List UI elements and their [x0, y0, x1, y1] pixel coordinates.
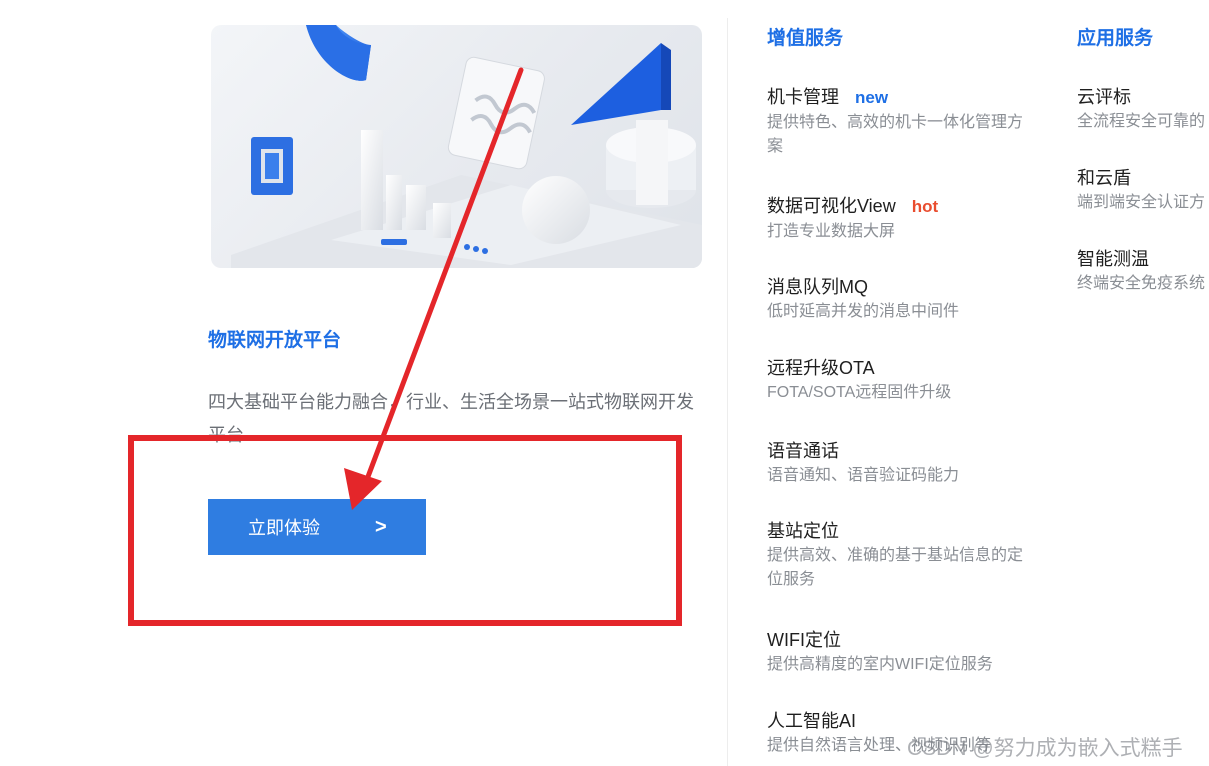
service-cell-location[interactable]: 基站定位 提供高效、准确的基于基站信息的定位服务 [767, 519, 1037, 592]
service-desc: FOTA/SOTA远程固件升级 [767, 384, 952, 401]
service-wifi-location[interactable]: WIFI定位 提供高精度的室内WIFI定位服务 [767, 628, 1067, 677]
watermark: CSDN @努力成为嵌入式糕手 [907, 737, 1183, 760]
service-name: 机卡管理 new [767, 87, 889, 107]
service-name: 远程升级OTA [767, 358, 875, 378]
service-message-queue[interactable]: 消息队列MQ 低时延高并发的消息中间件 [767, 275, 1037, 324]
service-desc: 提供特色、高效的机卡一体化管理方案 [767, 114, 1024, 155]
platform-description: 四大基础平台能力融合，行业、生活全场景一站式物联网开发平台 [208, 392, 694, 445]
service-desc: 低时延高并发的消息中间件 [767, 303, 960, 320]
service-temperature[interactable]: 智能测温 终端安全免疫系统 [1077, 247, 1209, 296]
new-badge: new [855, 88, 889, 107]
service-name: 人工智能AI [767, 711, 857, 731]
platform-title: 物联网开放平台 [208, 330, 342, 351]
service-data-view[interactable]: 数据可视化View hot 打造专业数据大屏 [767, 194, 1037, 244]
platform-hero-image [211, 25, 702, 268]
service-desc: 提供高效、准确的基于基站信息的定位服务 [767, 547, 1024, 588]
service-name: 语音通话 [767, 441, 839, 461]
service-name: 智能测温 [1077, 249, 1149, 269]
app-services-header: 应用服务 [1077, 28, 1154, 49]
service-desc: 全流程安全可靠的 [1077, 113, 1206, 130]
service-desc: 终端安全免疫系统 [1077, 275, 1206, 292]
service-cloud-shield[interactable]: 和云盾 端到端安全认证方 [1077, 166, 1209, 215]
try-now-label: 立即体验 [248, 518, 320, 538]
service-name: WIFI定位 [767, 630, 841, 650]
service-desc: 提供高精度的室内WIFI定位服务 [767, 656, 993, 673]
service-ota[interactable]: 远程升级OTA FOTA/SOTA远程固件升级 [767, 356, 1037, 405]
service-name: 消息队列MQ [767, 277, 868, 297]
chevron-right-icon: > [375, 515, 387, 538]
column-divider [727, 18, 728, 766]
service-desc: 语音通知、语音验证码能力 [767, 467, 960, 484]
service-name: 数据可视化View hot [767, 196, 939, 216]
service-desc: 端到端安全认证方 [1077, 194, 1206, 211]
service-cloud-bidding[interactable]: 云评标 全流程安全可靠的 [1077, 85, 1209, 134]
hero-illustration [231, 25, 702, 268]
service-name: 云评标 [1077, 87, 1131, 107]
hot-badge: hot [911, 197, 939, 216]
value-added-header: 增值服务 [767, 28, 844, 49]
service-name: 基站定位 [767, 521, 839, 541]
service-name: 和云盾 [1077, 168, 1131, 188]
service-sim-management[interactable]: 机卡管理 new 提供特色、高效的机卡一体化管理方案 [767, 85, 1037, 159]
service-voice-call[interactable]: 语音通话 语音通知、语音验证码能力 [767, 439, 1037, 488]
service-desc: 打造专业数据大屏 [767, 223, 896, 240]
try-now-button[interactable]: 立即体验 > [208, 499, 426, 555]
